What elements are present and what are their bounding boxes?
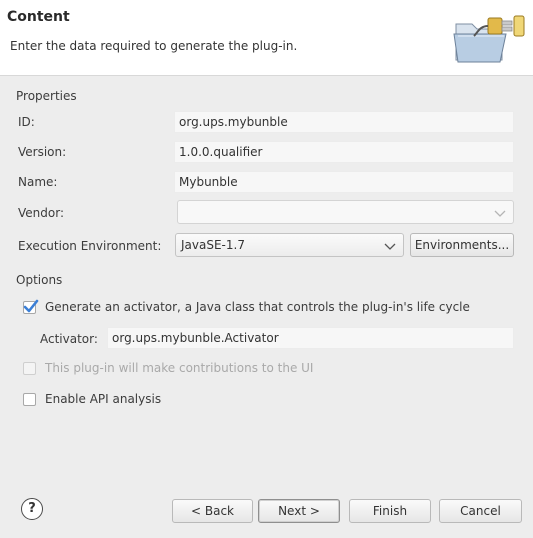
name-label: Name: xyxy=(18,175,58,189)
execution-environment-value: JavaSE-1.7 xyxy=(181,238,245,252)
plugin-folder-icon xyxy=(450,10,528,68)
finish-button[interactable]: Finish xyxy=(349,499,431,523)
name-input[interactable]: Mybunble xyxy=(174,171,514,193)
chevron-down-icon xyxy=(494,207,506,217)
execution-environment-combo[interactable]: JavaSE-1.7 xyxy=(175,233,404,257)
execution-environment-label: Execution Environment: xyxy=(18,239,162,253)
cancel-button[interactable]: Cancel xyxy=(439,499,522,523)
help-icon[interactable]: ? xyxy=(21,498,43,520)
activator-input[interactable]: org.ups.mybunble.Activator xyxy=(107,327,514,349)
wizard-header: Content Enter the data required to gener… xyxy=(0,0,533,76)
version-input[interactable]: 1.0.0.qualifier xyxy=(174,141,514,163)
properties-group-label: Properties xyxy=(16,89,77,103)
options-group-label: Options xyxy=(16,273,63,287)
ui-contributions-checkbox[interactable] xyxy=(23,362,36,375)
id-label: ID: xyxy=(18,115,35,129)
activator-label: Activator: xyxy=(40,332,98,346)
vendor-combo[interactable] xyxy=(177,200,514,224)
ui-contributions-label: This plug-in will make contributions to … xyxy=(45,361,314,375)
chevron-down-icon xyxy=(384,240,396,250)
page-title: Content xyxy=(7,9,70,25)
generate-activator-checkbox[interactable] xyxy=(23,299,39,314)
next-button[interactable]: Next > xyxy=(258,499,340,523)
version-label: Version: xyxy=(18,145,67,159)
api-analysis-label[interactable]: Enable API analysis xyxy=(45,392,161,406)
back-button[interactable]: < Back xyxy=(172,499,253,523)
api-analysis-checkbox[interactable] xyxy=(23,393,36,406)
checkmark-icon xyxy=(23,299,39,313)
generate-activator-label[interactable]: Generate an activator, a Java class that… xyxy=(45,300,470,314)
environments-button[interactable]: Environments... xyxy=(410,233,514,257)
id-input[interactable]: org.ups.mybunble xyxy=(174,111,514,133)
vendor-label: Vendor: xyxy=(18,206,64,220)
page-description: Enter the data required to generate the … xyxy=(10,39,298,53)
